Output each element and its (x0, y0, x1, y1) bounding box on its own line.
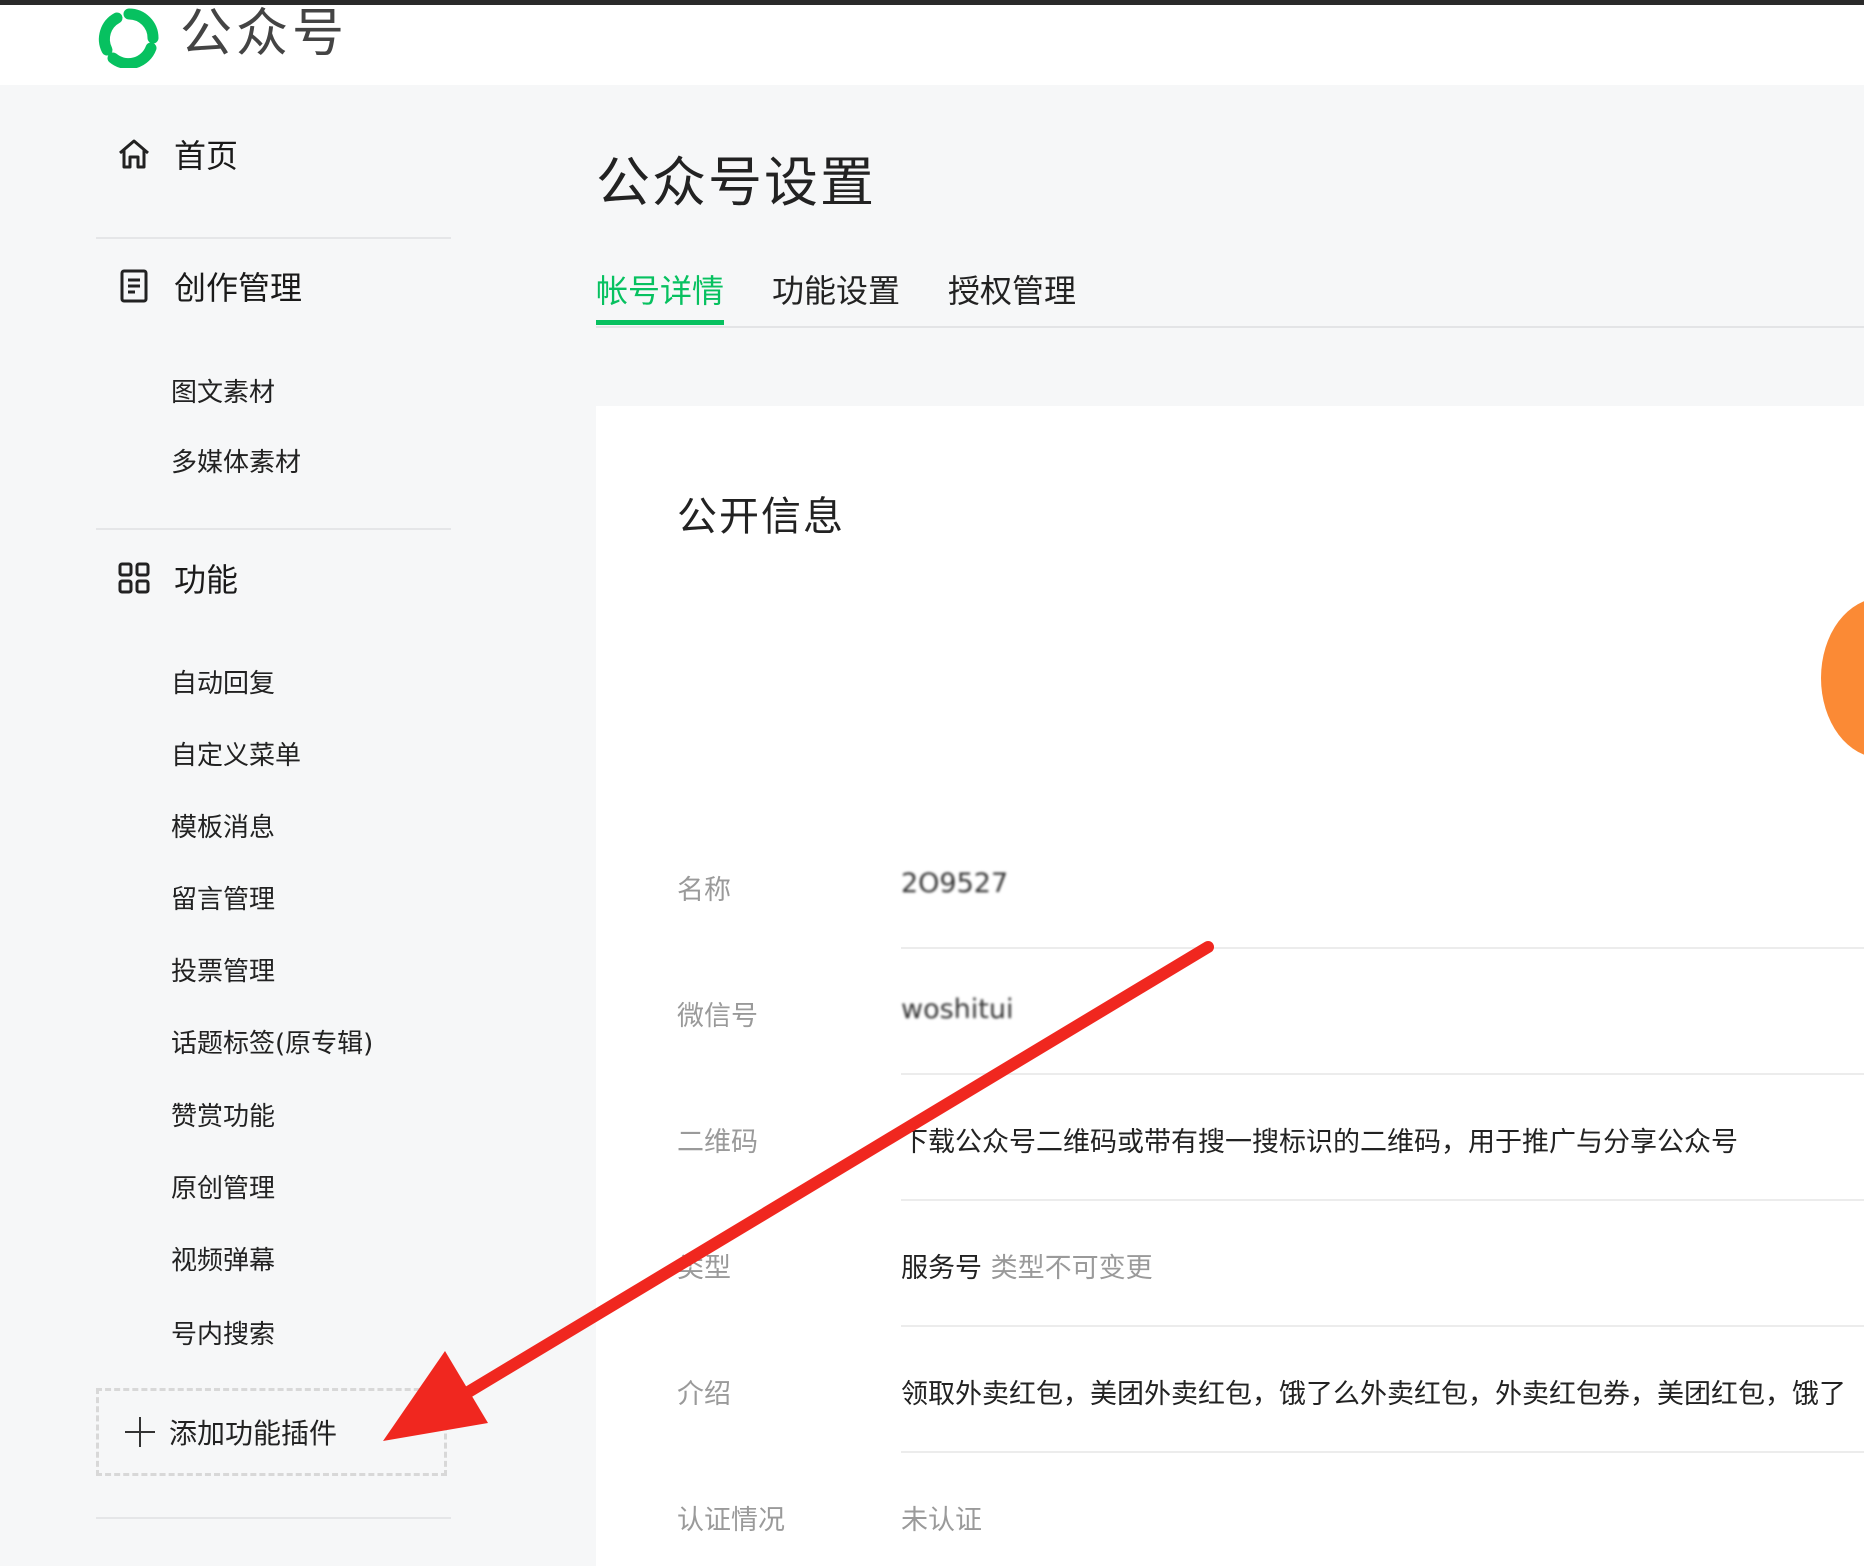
section-title: 公开信息 (677, 494, 845, 540)
sidebar-divider (96, 528, 451, 530)
sidebar-item-tipping[interactable]: 赞赏功能 (171, 1096, 275, 1133)
row-divider (901, 947, 1864, 949)
type-value: 服务号 (901, 1253, 982, 1284)
account-avatar[interactable] (1821, 598, 1864, 758)
sidebar-section-label: 功能 (174, 561, 239, 599)
page-title: 公众号设置 (596, 151, 876, 214)
sidebar-item-in-account-search[interactable]: 号内搜索 (171, 1314, 275, 1351)
sidebar-section-label: 创作管理 (174, 269, 303, 307)
grid-icon (114, 558, 154, 598)
sidebar-section-creation[interactable]: 创作管理 (114, 263, 302, 309)
intro-value: 领取外卖红包，美团外卖红包，饿了么外卖红包，外卖红包券，美团红包，饿了 (901, 1379, 1846, 1410)
plus-icon (125, 1417, 155, 1447)
verify-value: 未认证 (901, 1505, 982, 1536)
sidebar-section-features[interactable]: 功能 (114, 555, 238, 601)
brand-title: 公众号 (180, 4, 349, 64)
top-header: 公众号 (0, 4, 1864, 85)
row-divider (901, 1451, 1864, 1453)
wechat-id-label: 微信号 (677, 1001, 758, 1032)
type-note: 类型不可变更 (990, 1253, 1153, 1284)
sidebar-item-topic-tags[interactable]: 话题标签(原专辑) (171, 1023, 373, 1060)
wechat-id-value: woshitui (901, 994, 1014, 1025)
document-icon (114, 266, 154, 306)
sidebar-item-comments[interactable]: 留言管理 (171, 879, 275, 916)
sidebar-divider (96, 1517, 451, 1519)
sidebar-item-votes[interactable]: 投票管理 (171, 951, 275, 988)
row-divider (901, 1073, 1864, 1075)
tab-account-details[interactable]: 帐号详情 (596, 266, 724, 312)
sidebar-item-template-message[interactable]: 模板消息 (171, 807, 275, 844)
sidebar-item-label: 首页 (174, 137, 239, 175)
verify-label: 认证情况 (677, 1505, 785, 1536)
sidebar-divider (96, 237, 451, 239)
tab-authorization[interactable]: 授权管理 (948, 266, 1076, 312)
name-label: 名称 (677, 875, 731, 906)
sidebar-item-home[interactable]: 首页 (114, 131, 238, 177)
name-value: 2O9527 (901, 868, 1009, 899)
settings-tabs: 帐号详情 功能设置 授权管理 (596, 258, 1864, 328)
row-divider (901, 1199, 1864, 1201)
sidebar-item-multimedia[interactable]: 多媒体素材 (171, 442, 301, 479)
intro-label: 介绍 (677, 1379, 731, 1410)
sidebar-item-video-danmaku[interactable]: 视频弹幕 (171, 1240, 275, 1277)
sidebar-item-image-text[interactable]: 图文素材 (171, 372, 275, 409)
active-tab-indicator (596, 320, 724, 325)
type-value-row: 服务号 类型不可变更 (901, 1246, 1153, 1285)
tab-feature-settings[interactable]: 功能设置 (772, 266, 900, 312)
wechat-official-account-logo-icon[interactable] (95, 8, 163, 68)
row-divider (901, 1325, 1864, 1327)
sidebar-item-custom-menu[interactable]: 自定义菜单 (171, 735, 301, 772)
type-label: 类型 (677, 1253, 731, 1284)
qrcode-label: 二维码 (677, 1127, 758, 1158)
home-icon (114, 134, 154, 174)
sidebar-item-auto-reply[interactable]: 自动回复 (171, 663, 275, 700)
add-plugin-button[interactable]: 添加功能插件 (96, 1388, 447, 1476)
public-info-card: 公开信息 名称 2O9527 微信号 woshitui 二维码 下载公众号二维码… (596, 406, 1864, 1566)
sidebar-item-original[interactable]: 原创管理 (171, 1168, 275, 1205)
qrcode-download-link[interactable]: 下载公众号二维码或带有搜一搜标识的二维码，用于推广与分享公众号 (901, 1120, 1738, 1159)
add-plugin-label: 添加功能插件 (169, 1417, 338, 1450)
